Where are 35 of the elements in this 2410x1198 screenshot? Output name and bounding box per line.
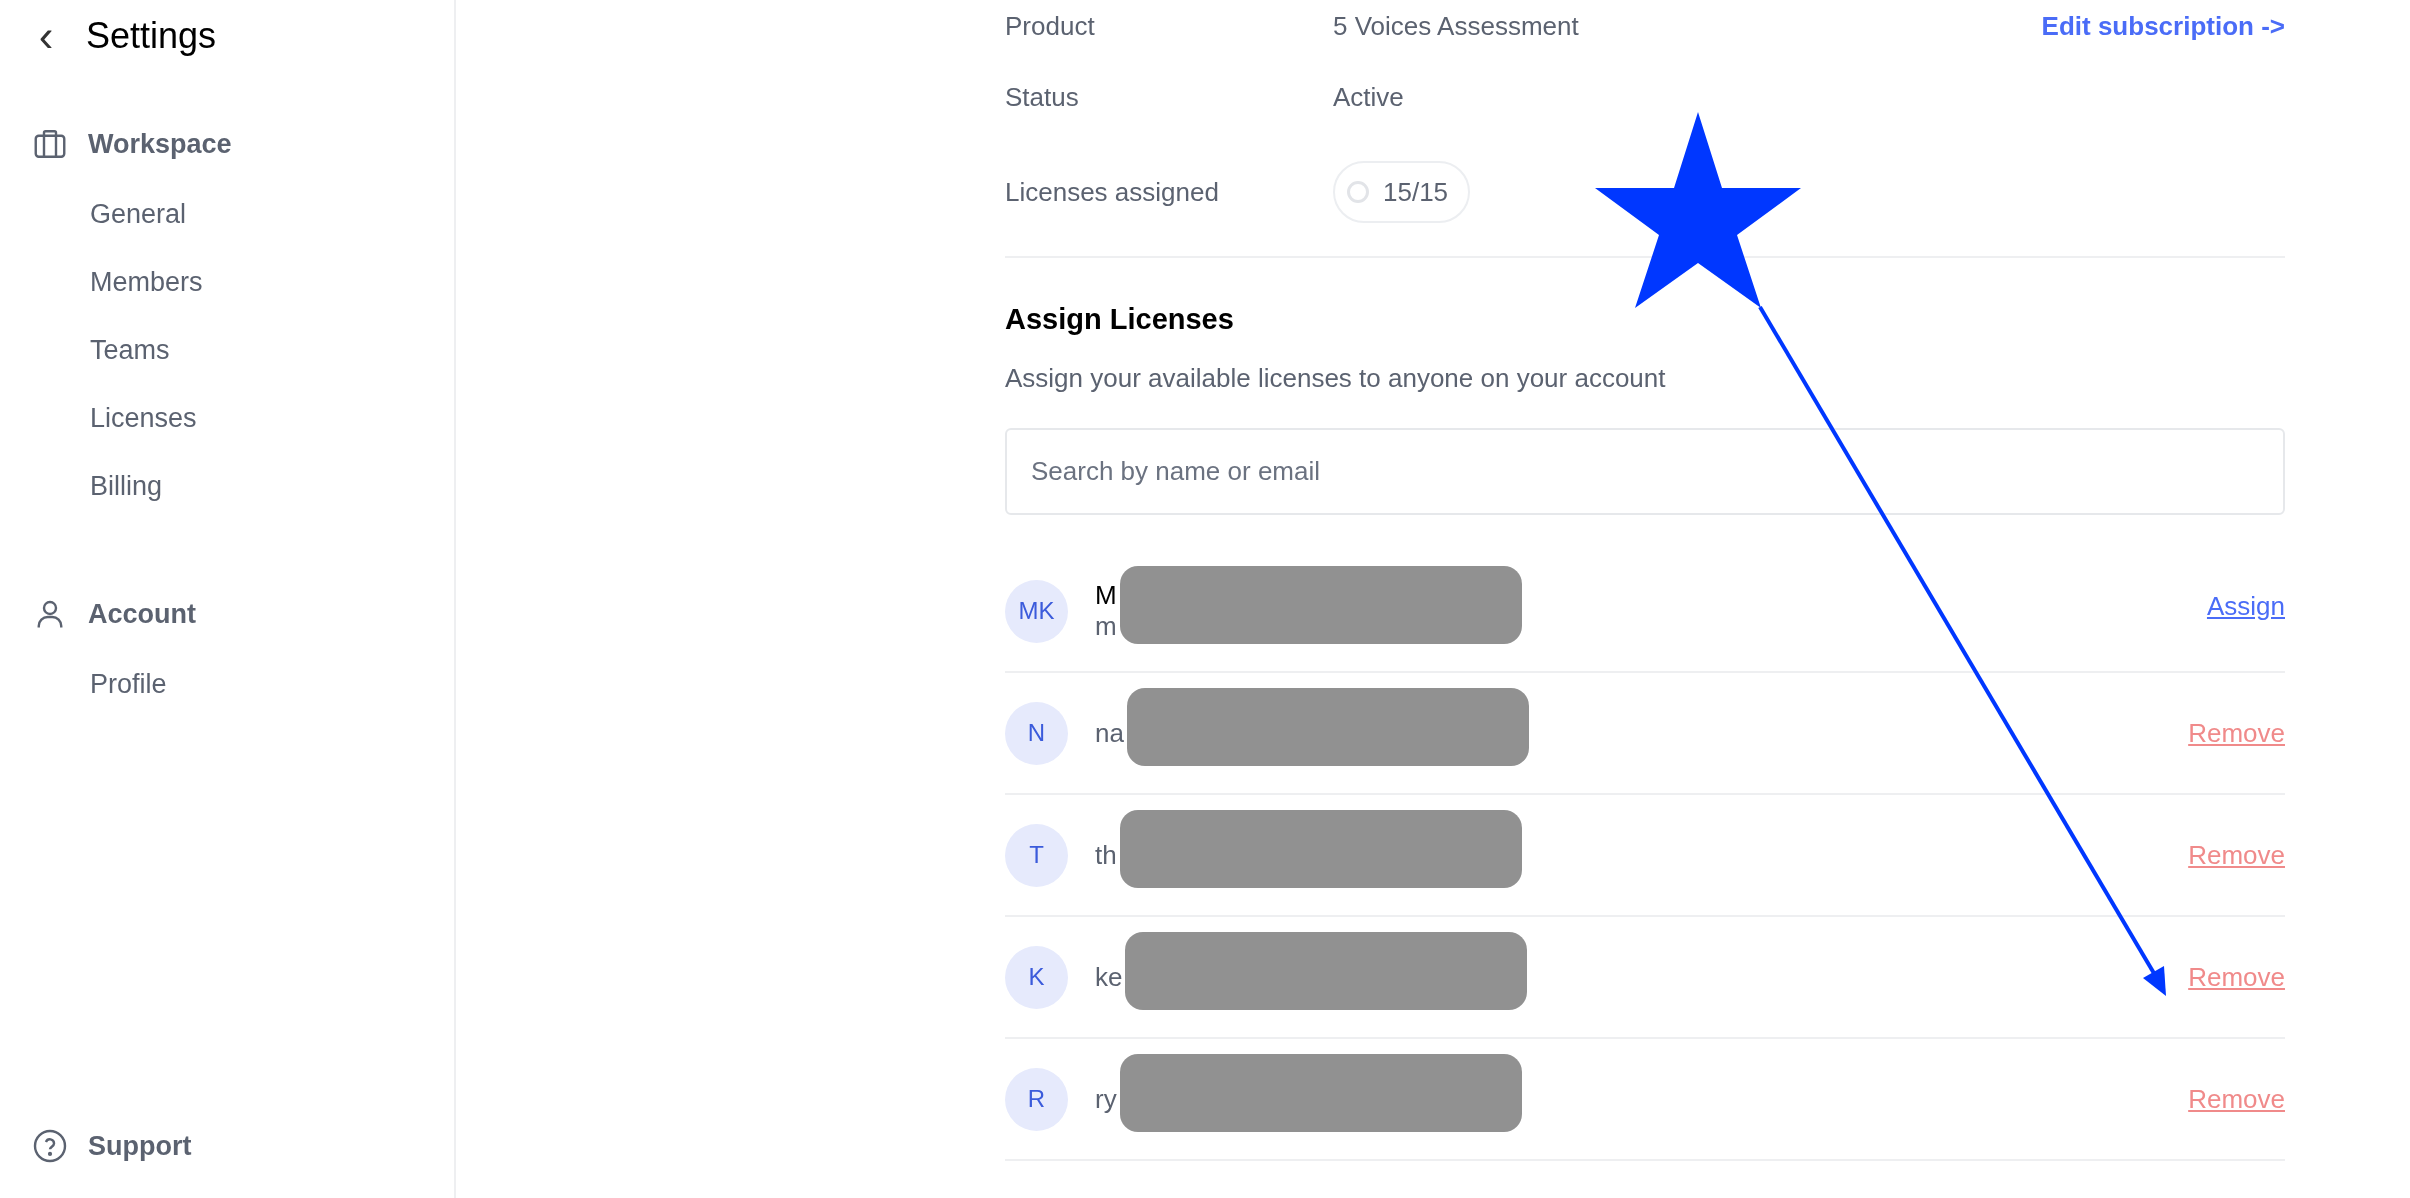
sidebar-item[interactable]: Members	[0, 248, 203, 316]
avatar: MK	[1005, 579, 1068, 643]
back-icon[interactable]: ‹	[0, 14, 86, 58]
member-name: M	[1095, 580, 1117, 611]
avatar: T	[1005, 823, 1068, 887]
member-name: ke	[1095, 961, 1123, 993]
settings-title: Settings	[86, 15, 217, 57]
section-heading: Workspace	[88, 128, 232, 160]
field-label: Licenses assigned	[1005, 176, 1220, 208]
sidebar-item[interactable]: Billing	[0, 452, 163, 520]
help-icon[interactable]	[32, 1128, 68, 1164]
member-name: th	[1095, 839, 1117, 871]
progress-ring-icon	[1347, 181, 1369, 203]
license-count-badge: 15/15	[1333, 161, 1471, 223]
assign-link[interactable]: Assign	[2206, 590, 2285, 622]
field-value: Active	[1333, 81, 1404, 113]
avatar: N	[1005, 701, 1068, 765]
sidebar-item[interactable]: Profile	[0, 650, 167, 718]
support-link[interactable]: Support	[88, 1130, 192, 1162]
member-name: na	[1095, 717, 1124, 749]
section-description: Assign your available licenses to anyone on your account	[1005, 363, 1667, 394]
sidebar-item[interactable]: General	[0, 180, 187, 248]
member-name: ry	[1095, 1083, 1117, 1115]
member-email: m	[1095, 611, 1117, 642]
edit-subscription-link[interactable]: Edit subscription ->	[2041, 10, 2285, 42]
sidebar-item[interactable]: Teams	[0, 316, 170, 384]
avatar: R	[1005, 1067, 1068, 1131]
sidebar-item[interactable]: Licenses	[0, 384, 197, 452]
avatar: K	[1005, 945, 1068, 1009]
field-value: 5 Voices Assessment	[1333, 10, 1579, 42]
section-heading: Account	[88, 598, 196, 630]
field-label: Product	[1005, 10, 1096, 42]
search-field[interactable]: Search by name or email	[1005, 428, 2285, 515]
section-title: Assign Licenses	[1005, 303, 1235, 336]
field-label: Status	[1005, 81, 1080, 113]
